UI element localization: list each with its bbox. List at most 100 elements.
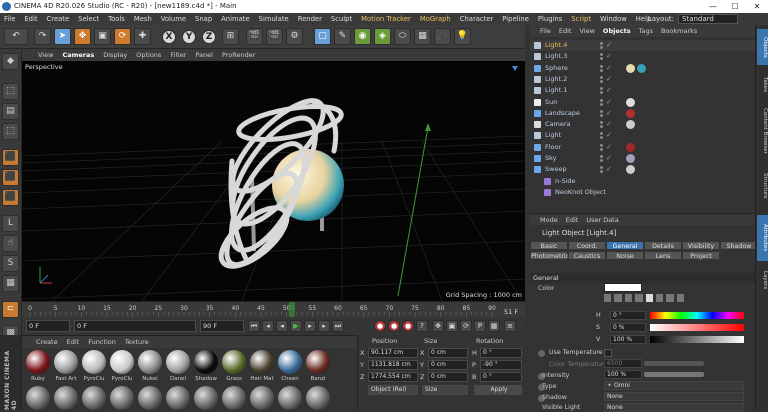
next-frame-icon[interactable]: ▸ xyxy=(304,320,316,332)
color-picker-mode-icons[interactable] xyxy=(604,294,684,304)
object-tag-icon[interactable] xyxy=(626,108,635,118)
rgb-icon[interactable] xyxy=(635,294,643,302)
material-ball[interactable] xyxy=(110,350,134,374)
object-row-light-4[interactable]: Light.4 ✓ xyxy=(530,40,755,51)
object-row-floor[interactable]: Floor ✓ xyxy=(530,142,755,153)
timeline-playhead[interactable] xyxy=(288,302,295,317)
tab-shadow[interactable]: Shadow xyxy=(720,241,758,250)
material-ball[interactable] xyxy=(138,386,162,410)
material-ball[interactable] xyxy=(110,386,134,410)
side-tab-attributes[interactable]: Attributes xyxy=(757,215,768,261)
light-bulb-icon[interactable]: 💡 xyxy=(454,28,471,45)
object-menu-view[interactable]: View xyxy=(579,25,594,37)
material-ball[interactable] xyxy=(166,350,190,374)
workplane-lock-icon[interactable]: ▦ xyxy=(2,275,19,292)
deformer-icon[interactable]: ⬭ xyxy=(394,28,411,45)
tab-details[interactable]: Details xyxy=(644,241,682,250)
menu-item-sculpt[interactable]: Sculpt xyxy=(331,13,352,25)
spectrum-icon[interactable] xyxy=(614,294,622,302)
key-icon[interactable]: ? xyxy=(416,320,428,332)
object-tag-icon[interactable] xyxy=(626,154,635,163)
side-tab-objects[interactable]: Objects xyxy=(757,29,768,65)
material-menu-function[interactable]: Function xyxy=(88,336,116,348)
kelvin-icon[interactable] xyxy=(655,294,664,302)
material-ball[interactable] xyxy=(54,350,78,374)
menu-item-script[interactable]: Script xyxy=(571,13,591,25)
make-editable-icon[interactable]: ◆ xyxy=(2,53,19,70)
enabled-check-icon[interactable]: ✓ xyxy=(606,108,612,119)
model-mode-icon[interactable]: ⬚ xyxy=(2,83,19,100)
keyframe-selection-icon[interactable]: ● xyxy=(402,320,414,332)
visibility-dots-icon[interactable] xyxy=(600,154,603,163)
rotation-h-field[interactable]: 0 ° xyxy=(480,348,522,358)
close-button[interactable]: ✕ xyxy=(746,0,768,13)
material-ball[interactable] xyxy=(194,350,218,374)
tab-project[interactable]: Project xyxy=(682,251,720,260)
visibility-dots-icon[interactable] xyxy=(600,64,603,73)
size-mode-dropdown[interactable]: Size xyxy=(422,385,468,395)
tab-general[interactable]: General xyxy=(606,241,644,250)
object-menu-bookmarks[interactable]: Bookmarks xyxy=(661,25,697,37)
viewport-menu-panel[interactable]: Panel xyxy=(195,49,213,61)
object-row-sphere[interactable]: Sphere ✓ xyxy=(530,63,755,74)
material-ball[interactable] xyxy=(222,350,246,374)
material-ball[interactable] xyxy=(278,350,302,374)
go-to-end-icon[interactable]: ⏭ xyxy=(332,320,344,332)
menu-item-simulate[interactable]: Simulate xyxy=(259,13,289,25)
next-key-icon[interactable]: ▸ xyxy=(318,320,330,332)
enabled-check-icon[interactable]: ✓ xyxy=(606,130,612,141)
previous-frame-icon[interactable]: ◂ xyxy=(276,320,288,332)
material-ball[interactable] xyxy=(306,386,330,410)
object-tag-icon[interactable] xyxy=(626,120,635,130)
tab-lens[interactable]: Lens xyxy=(644,251,682,260)
visibility-dots-icon[interactable] xyxy=(600,75,603,84)
position-key-icon[interactable]: ✥ xyxy=(432,320,444,332)
object-tag-icon[interactable] xyxy=(637,63,646,73)
visibility-dots-icon[interactable] xyxy=(600,52,603,61)
menu-item-plugins[interactable]: Plugins xyxy=(538,13,562,25)
array-cloner-icon[interactable]: ◈ xyxy=(374,28,391,45)
color-swatch[interactable] xyxy=(604,283,642,292)
visibility-dots-icon[interactable] xyxy=(600,165,603,174)
coordinate-system-icon[interactable]: ⊞ xyxy=(222,28,239,45)
side-tab-content-browser[interactable]: Content Browser xyxy=(757,105,768,157)
material-ball[interactable] xyxy=(26,386,50,410)
enabled-check-icon[interactable]: ✓ xyxy=(606,85,612,96)
object-menu-file[interactable]: File xyxy=(540,25,551,37)
minimize-button[interactable]: — xyxy=(702,0,724,13)
apply-button[interactable]: Apply xyxy=(474,385,522,395)
hsv-icon[interactable] xyxy=(645,294,653,302)
recent-tools-icon[interactable]: ✚ xyxy=(134,28,151,45)
object-menu-tags[interactable]: Tags xyxy=(639,25,653,37)
tab-caustics[interactable]: Caustics xyxy=(568,251,606,260)
object-row-light[interactable]: Light ✓ xyxy=(530,130,755,141)
side-tab-takes[interactable]: Takes xyxy=(757,69,768,101)
tab-basic[interactable]: Basic xyxy=(530,241,568,250)
object-tag-icon[interactable] xyxy=(626,63,635,73)
visibility-dots-icon[interactable] xyxy=(600,86,603,95)
visible-light-dropdown[interactable]: None xyxy=(604,403,744,412)
material-menu-texture[interactable]: Texture xyxy=(125,336,149,348)
size-z-field[interactable]: 0 cm xyxy=(428,372,468,382)
visibility-dots-icon[interactable] xyxy=(600,131,603,140)
snap-icon[interactable]: S xyxy=(2,255,19,272)
rotation-b-field[interactable]: 0 ° xyxy=(480,372,522,382)
viewport-menu-prorender[interactable]: ProRender xyxy=(222,49,255,61)
cube-primitive-icon[interactable]: ▢ xyxy=(314,28,331,45)
material-menu-edit[interactable]: Edit xyxy=(67,336,80,348)
tweak-mode-icon[interactable]: ☝ xyxy=(2,235,19,252)
layout-dropdown[interactable]: Standard xyxy=(678,14,738,24)
attribute-menu-user-data[interactable]: User Data xyxy=(586,214,618,225)
hsv-slider-h[interactable] xyxy=(650,312,744,319)
intensity-slider[interactable] xyxy=(644,372,704,377)
render-view-icon[interactable]: 🎬 xyxy=(246,28,263,45)
select-pointer-icon[interactable]: ➤ xyxy=(54,28,71,45)
tab-visibility[interactable]: Visibility xyxy=(682,241,720,250)
axis-mode-icon[interactable]: L xyxy=(2,215,19,232)
shadow-dropdown[interactable]: None xyxy=(604,392,744,401)
menu-item-edit[interactable]: Edit xyxy=(24,13,37,25)
attribute-menu-edit[interactable]: Edit xyxy=(566,214,579,225)
material-ball[interactable] xyxy=(82,350,106,374)
coordinate-mode-dropdown[interactable]: Object (Rel) xyxy=(368,385,418,395)
go-to-start-icon[interactable]: ⏮ xyxy=(248,320,260,332)
